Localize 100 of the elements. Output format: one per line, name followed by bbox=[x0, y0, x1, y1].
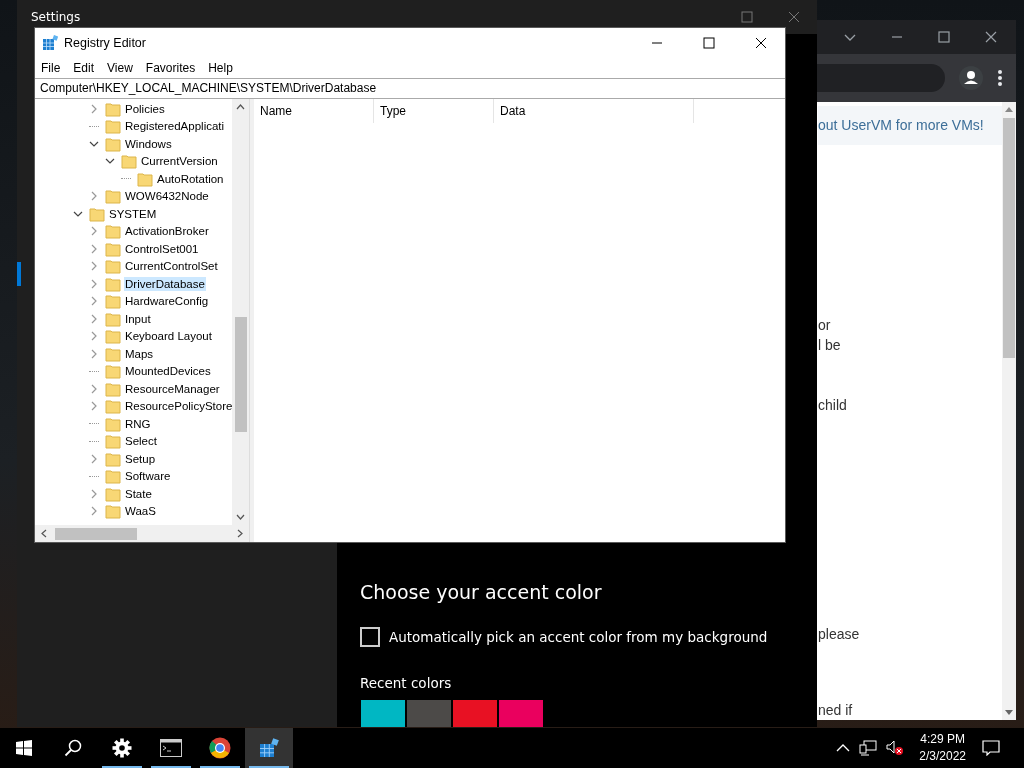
tree-item[interactable]: HardwareConfig bbox=[124, 294, 210, 309]
tree-item[interactable]: CurrentControlSet bbox=[124, 259, 219, 274]
section-heading: Choose your accent color bbox=[360, 581, 603, 603]
window-title: Registry Editor bbox=[64, 35, 146, 50]
menu-item[interactable]: Help bbox=[208, 60, 233, 75]
folder-icon bbox=[105, 100, 121, 117]
column-header[interactable]: Type bbox=[374, 99, 494, 123]
tree-item[interactable]: ResourceManager bbox=[124, 381, 221, 396]
folder-icon bbox=[105, 345, 121, 362]
tree-item[interactable]: ResourcePolicyStore bbox=[124, 399, 232, 414]
menu-item[interactable]: File bbox=[41, 60, 61, 75]
scroll-down-icon[interactable] bbox=[236, 514, 245, 520]
tree-item[interactable]: Maps bbox=[124, 346, 155, 361]
tree-item[interactable]: MountedDevices bbox=[124, 364, 212, 379]
tree-item[interactable]: Input bbox=[124, 311, 152, 326]
address-field[interactable]: Computer\HKEY_LOCAL_MACHINE\SYSTEM\DriverDatabase bbox=[35, 78, 785, 99]
selection-indicator bbox=[17, 262, 21, 286]
folder-icon bbox=[105, 468, 121, 485]
tree-item[interactable]: WOW6432Node bbox=[124, 189, 210, 204]
menu-item[interactable]: Edit bbox=[73, 60, 95, 75]
scrollbar-thumb[interactable] bbox=[234, 317, 247, 432]
folder-icon bbox=[121, 153, 137, 170]
folder-icon bbox=[105, 188, 121, 205]
scrollbar[interactable] bbox=[1002, 102, 1016, 720]
tree-item[interactable]: ControlSet001 bbox=[124, 241, 200, 256]
color-swatch[interactable] bbox=[499, 700, 543, 727]
tree-item[interactable]: Policies bbox=[124, 101, 166, 116]
tree-item[interactable]: RNG bbox=[124, 416, 152, 431]
menu-item[interactable]: View bbox=[107, 60, 133, 75]
scrollbar-thumb[interactable] bbox=[1003, 118, 1015, 358]
maximize-icon[interactable] bbox=[703, 36, 715, 49]
scroll-up-icon[interactable] bbox=[1005, 106, 1013, 112]
settings-icon bbox=[112, 738, 132, 758]
scrollbar[interactable] bbox=[232, 99, 249, 525]
page-text: child bbox=[818, 396, 848, 415]
scrollbar[interactable] bbox=[35, 525, 249, 542]
folder-icon bbox=[105, 310, 121, 327]
window-title: Settings bbox=[31, 10, 81, 24]
checkbox[interactable] bbox=[360, 627, 380, 647]
scroll-left-icon[interactable] bbox=[41, 529, 47, 538]
muted-speaker-icon[interactable] bbox=[886, 740, 905, 756]
checkbox-label[interactable]: Automatically pick an accent color from my background bbox=[389, 629, 768, 645]
app-icon bbox=[42, 34, 58, 51]
clock-date[interactable]: 2/3/2022 bbox=[919, 748, 966, 765]
notifications-icon[interactable] bbox=[982, 740, 1000, 756]
folder-icon bbox=[105, 433, 121, 450]
terminal-icon bbox=[160, 739, 182, 757]
column-header[interactable]: Name bbox=[254, 99, 374, 123]
folder-icon bbox=[105, 240, 121, 257]
tree-item[interactable]: Software bbox=[124, 469, 172, 484]
subheading: Recent colors bbox=[360, 675, 453, 691]
address-field[interactable] bbox=[817, 64, 945, 92]
browser-icon bbox=[209, 737, 231, 759]
tree-item[interactable]: DriverDatabase bbox=[124, 276, 206, 291]
close-icon[interactable] bbox=[984, 30, 998, 44]
folder-icon bbox=[105, 450, 121, 467]
clock-time[interactable]: 4:29 PM bbox=[920, 731, 965, 748]
folder-icon bbox=[105, 293, 121, 310]
page-text: ned if bbox=[818, 701, 854, 720]
registry-icon bbox=[259, 738, 279, 758]
tree-item[interactable]: SYSTEM bbox=[108, 206, 158, 221]
column-header[interactable]: Data bbox=[494, 99, 694, 123]
color-swatch[interactable] bbox=[407, 700, 451, 727]
tree-item[interactable]: Select bbox=[124, 434, 158, 449]
folder-icon bbox=[105, 415, 121, 432]
folder-icon bbox=[105, 328, 121, 345]
profile-icon[interactable] bbox=[959, 66, 983, 90]
tree-item[interactable]: AutoRotation bbox=[156, 171, 225, 186]
page-text: or bbox=[818, 316, 832, 335]
folder-icon bbox=[137, 170, 153, 187]
more-icon[interactable] bbox=[997, 69, 1003, 87]
folder-icon bbox=[105, 363, 121, 380]
scroll-up-icon[interactable] bbox=[236, 104, 245, 110]
close-icon[interactable] bbox=[755, 36, 767, 49]
folder-icon bbox=[105, 135, 121, 152]
color-swatch[interactable] bbox=[361, 700, 405, 727]
banner-text[interactable]: out UserVM for more VMs! bbox=[818, 117, 984, 133]
folder-icon bbox=[105, 118, 121, 135]
tree-item[interactable]: RegisteredApplicati bbox=[124, 119, 226, 134]
tree-item[interactable]: Setup bbox=[124, 451, 157, 466]
tree-item[interactable]: Windows bbox=[124, 136, 173, 151]
tree-item[interactable]: Keyboard Layout bbox=[124, 329, 213, 344]
folder-icon bbox=[105, 275, 121, 292]
scrollbar-thumb[interactable] bbox=[55, 527, 137, 540]
menu-item[interactable]: Favorites bbox=[145, 60, 196, 75]
folder-icon bbox=[105, 398, 121, 415]
tree-item[interactable]: ActivationBroker bbox=[124, 224, 210, 239]
folder-icon bbox=[105, 223, 121, 240]
windows-icon bbox=[16, 740, 32, 756]
folder-icon bbox=[105, 380, 121, 397]
taskbar-button[interactable] bbox=[245, 728, 293, 768]
scroll-right-icon[interactable] bbox=[237, 529, 243, 538]
scroll-down-icon[interactable] bbox=[1005, 710, 1013, 716]
search-icon bbox=[64, 739, 82, 757]
network-icon[interactable] bbox=[859, 740, 878, 756]
tree-item[interactable]: State bbox=[124, 486, 153, 501]
tree-item[interactable]: CurrentVersion bbox=[140, 154, 219, 169]
color-swatch[interactable] bbox=[453, 700, 497, 727]
folder-icon bbox=[105, 258, 121, 275]
tree-item[interactable]: WaaS bbox=[124, 504, 157, 519]
